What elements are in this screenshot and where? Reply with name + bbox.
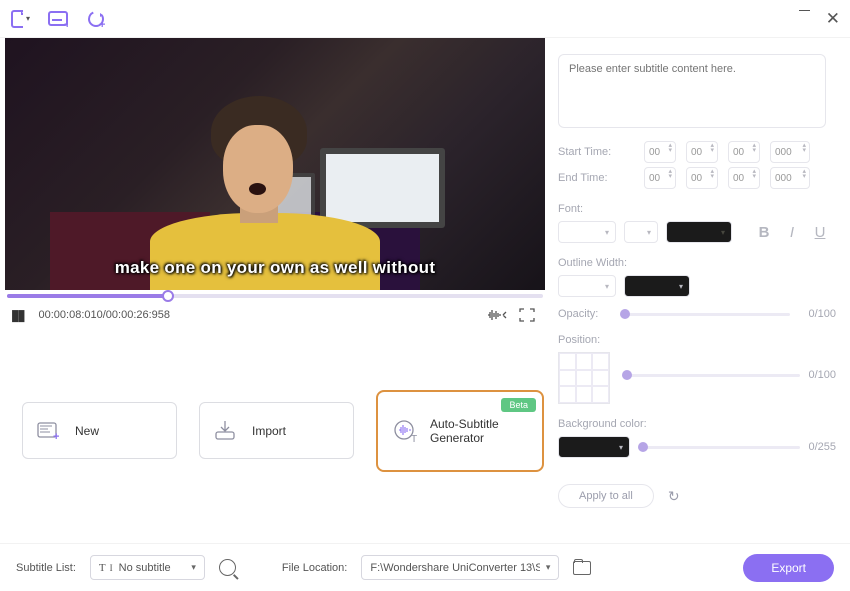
titlebar: + ▾ + + ✕ — [0, 0, 850, 38]
fullscreen-icon[interactable] — [519, 308, 539, 322]
file-location-select[interactable]: F:\Wondershare UniConverter 13\SubEdi...… — [361, 555, 559, 580]
opacity-value: 0/100 — [798, 308, 836, 320]
auto-subtitle-icon: T — [392, 420, 418, 442]
new-label: New — [75, 424, 99, 438]
refresh-icon[interactable]: + — [86, 9, 106, 29]
italic-button[interactable]: I — [782, 222, 802, 242]
font-size-select[interactable]: ▾ — [624, 221, 658, 243]
seek-knob[interactable] — [162, 290, 174, 302]
bottom-bar: Subtitle List: TI No subtitle ▾ File Loc… — [0, 543, 850, 591]
opacity-slider[interactable] — [620, 313, 790, 316]
add-subtitle-icon[interactable]: + — [48, 9, 68, 29]
add-file-icon[interactable]: + ▾ — [10, 9, 30, 29]
seek-bar[interactable] — [7, 294, 543, 298]
pause-button[interactable]: ▮▮ — [11, 306, 24, 324]
auto-subtitle-label: Auto-Subtitle Generator — [430, 417, 528, 445]
bold-button[interactable]: B — [754, 222, 774, 242]
position-value: 0/100 — [808, 369, 836, 381]
right-pane: Start Time: 00▴▾ 00▴▾ 00▴▾ 000▴▾ End Tim… — [540, 38, 850, 543]
auto-subtitle-button[interactable]: Beta T Auto-Subtitle Generator — [376, 390, 544, 472]
outline-color-select[interactable]: ▾ — [624, 275, 690, 297]
new-icon: + — [37, 420, 63, 442]
beta-badge: Beta — [501, 398, 536, 412]
apply-to-all-button[interactable]: Apply to all — [558, 484, 654, 508]
import-icon — [214, 420, 240, 442]
outline-label: Outline Width: — [558, 257, 836, 269]
bgcolor-select[interactable]: ▾ — [558, 436, 630, 458]
start-time-label: Start Time: — [558, 146, 634, 158]
start-ss[interactable]: 00▴▾ — [728, 141, 760, 163]
start-hh[interactable]: 00▴▾ — [644, 141, 676, 163]
outline-width-select[interactable]: ▾ — [558, 275, 616, 297]
bgcolor-label: Background color: — [558, 418, 836, 430]
position-label: Position: — [558, 334, 836, 346]
end-ss[interactable]: 00▴▾ — [728, 167, 760, 189]
open-folder-icon[interactable] — [573, 561, 591, 575]
subtitle-list-select[interactable]: TI No subtitle ▾ — [90, 555, 205, 580]
position-slider[interactable] — [622, 374, 800, 377]
export-button[interactable]: Export — [743, 554, 834, 582]
font-family-select[interactable]: ▾ — [558, 221, 616, 243]
reset-button[interactable]: ↻ — [668, 488, 680, 505]
svg-text:+: + — [64, 19, 68, 29]
subtitle-list-value: No subtitle — [119, 562, 171, 574]
start-mm[interactable]: 00▴▾ — [686, 141, 718, 163]
end-time-label: End Time: — [558, 172, 634, 184]
svg-text:+: + — [99, 19, 105, 29]
import-label: Import — [252, 424, 286, 438]
file-location-label: File Location: — [282, 562, 347, 574]
file-location-value: F:\Wondershare UniConverter 13\SubEdi... — [370, 562, 539, 574]
position-grid[interactable] — [558, 352, 610, 404]
bgcolor-value: 0/255 — [808, 441, 836, 453]
subtitle-content-input[interactable] — [558, 54, 826, 128]
opacity-label: Opacity: — [558, 308, 612, 320]
search-icon[interactable] — [219, 559, 236, 576]
font-label: Font: — [558, 203, 836, 215]
import-button[interactable]: Import — [199, 402, 354, 459]
end-ms[interactable]: 000▴▾ — [770, 167, 810, 189]
new-button[interactable]: + New — [22, 402, 177, 459]
video-caption: make one on your own as well without — [5, 258, 545, 278]
end-hh[interactable]: 00▴▾ — [644, 167, 676, 189]
font-color-select[interactable]: ▾ — [666, 221, 732, 243]
start-ms[interactable]: 000▴▾ — [770, 141, 810, 163]
bgcolor-slider[interactable] — [638, 446, 800, 449]
video-preview[interactable]: make one on your own as well without — [5, 38, 545, 290]
waveform-icon[interactable] — [487, 308, 507, 322]
underline-button[interactable]: U — [810, 222, 830, 242]
end-mm[interactable]: 00▴▾ — [686, 167, 718, 189]
left-pane: make one on your own as well without ▮▮ … — [0, 38, 540, 543]
subtitle-list-label: Subtitle List: — [16, 562, 76, 574]
svg-text:+: + — [53, 431, 59, 442]
close-button[interactable]: ✕ — [826, 10, 840, 27]
svg-text:T: T — [411, 434, 417, 444]
minimize-button[interactable] — [799, 10, 810, 11]
time-display: 00:00:08:010/00:00:26:958 — [39, 309, 171, 321]
